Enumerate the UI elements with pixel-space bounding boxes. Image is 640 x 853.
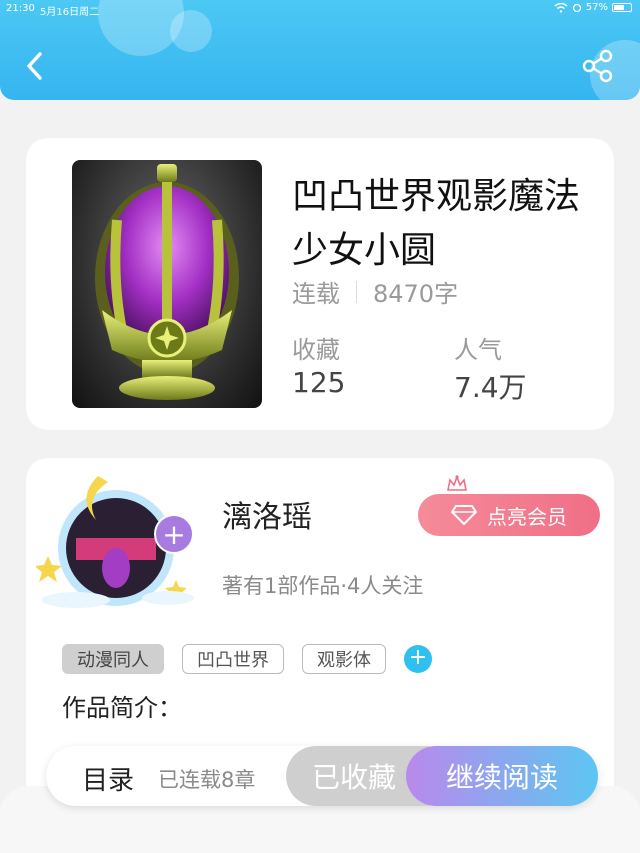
- vip-button[interactable]: 点亮会员: [418, 494, 600, 536]
- battery-icon: [612, 3, 632, 12]
- continue-reading-label: 继续阅读: [445, 761, 558, 794]
- crown-icon: [447, 474, 467, 491]
- intro-label: 作品简介：: [62, 694, 182, 722]
- tag-item[interactable]: 动漫同人: [62, 644, 164, 674]
- author-name[interactable]: 漓洛瑶: [222, 492, 312, 536]
- bottom-action-bar: 目录 已连载8章 已收藏 继续阅读: [46, 746, 598, 806]
- follow-plus-button[interactable]: +: [154, 514, 194, 554]
- plus-icon: +: [408, 645, 428, 670]
- continue-reading-button[interactable]: 继续阅读: [406, 746, 598, 806]
- battery-percent: 57%: [585, 2, 608, 13]
- tag-item[interactable]: 凹凸世界: [182, 644, 284, 674]
- book-status: 连载: [292, 280, 340, 308]
- chevron-left-icon: [27, 52, 42, 80]
- top-bar: 21:30 5月16日周二 57%: [0, 0, 640, 100]
- vip-button-label: 点亮会员: [487, 504, 567, 529]
- collected-label: 已收藏: [312, 761, 397, 794]
- book-status-row: 连载 8470字: [292, 274, 458, 309]
- tag-item[interactable]: 观影体: [302, 644, 386, 674]
- divider: [356, 280, 357, 303]
- book-title: 凹凸世界观影魔法少女小圆: [292, 176, 581, 271]
- favorites-label: 收藏: [292, 336, 340, 364]
- status-time: 21:30: [6, 3, 35, 14]
- tag-list: 动漫同人 凹凸世界 观影体 +: [62, 644, 432, 674]
- back-button[interactable]: [20, 48, 50, 84]
- book-cover[interactable]: [72, 160, 262, 408]
- add-tag-button[interactable]: +: [404, 645, 432, 673]
- status-bar: 21:30 5月16日周二 57%: [0, 0, 640, 18]
- diamond-icon: [451, 505, 477, 526]
- toc-button[interactable]: 目录: [82, 760, 134, 797]
- plus-icon: +: [162, 518, 186, 551]
- location-icon: [572, 3, 581, 12]
- favorites-value: 125: [292, 366, 346, 399]
- author-meta: 著有1部作品·4人关注: [222, 574, 424, 598]
- soul-gem-image: [95, 164, 239, 400]
- share-icon: [582, 49, 613, 83]
- popularity-value: 7.4万: [454, 371, 527, 404]
- word-count: 8470字: [373, 280, 459, 308]
- chapter-count: 已连载8章: [158, 768, 256, 792]
- wifi-icon: [554, 2, 568, 13]
- author-avatar[interactable]: +: [34, 468, 196, 608]
- share-button[interactable]: [580, 48, 616, 84]
- book-info-card: 凹凸世界观影魔法少女小圆 连载 8470字 收藏 125 人气 7.4万: [26, 138, 614, 430]
- status-date: 5月16日周二: [40, 7, 100, 18]
- popularity-label: 人气: [454, 336, 502, 364]
- status-right: 57%: [554, 2, 632, 13]
